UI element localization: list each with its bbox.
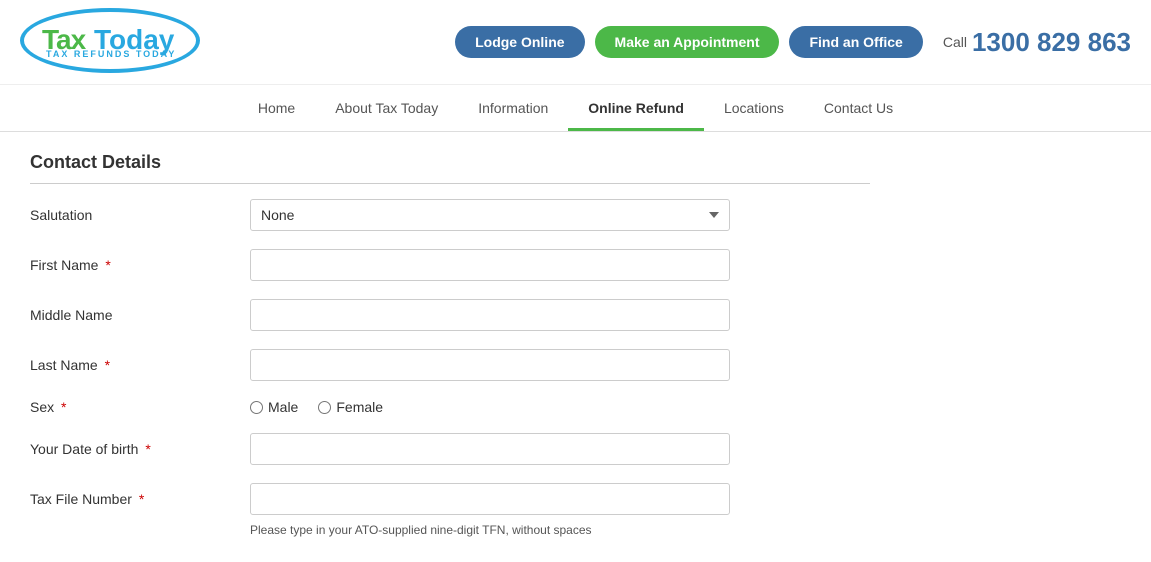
nav-item-contact[interactable]: Contact Us bbox=[804, 85, 913, 131]
first-name-row: First Name * bbox=[30, 249, 870, 281]
find-office-button[interactable]: Find an Office bbox=[789, 26, 922, 58]
last-name-label: Last Name * bbox=[30, 357, 250, 373]
sex-female-label[interactable]: Female bbox=[318, 399, 383, 415]
middle-name-label: Middle Name bbox=[30, 307, 250, 323]
nav-item-about[interactable]: About Tax Today bbox=[315, 85, 458, 131]
lodge-online-button[interactable]: Lodge Online bbox=[455, 26, 584, 58]
sex-male-radio[interactable] bbox=[250, 401, 263, 414]
dob-required: * bbox=[145, 441, 150, 457]
nav-item-locations[interactable]: Locations bbox=[704, 85, 804, 131]
page-content: Contact Details Salutation None Mr Mrs M… bbox=[0, 132, 900, 562]
first-name-label: First Name * bbox=[30, 257, 250, 273]
first-name-required: * bbox=[105, 257, 110, 273]
salutation-row: Salutation None Mr Mrs Miss Ms Dr bbox=[30, 199, 870, 231]
sex-label: Sex * bbox=[30, 399, 250, 415]
sex-radio-group: Male Female bbox=[250, 399, 383, 415]
nav-item-online-refund[interactable]: Online Refund bbox=[568, 85, 704, 131]
call-section: Call 1300 829 863 bbox=[943, 27, 1131, 58]
sex-female-radio[interactable] bbox=[318, 401, 331, 414]
page-title: Contact Details bbox=[30, 152, 870, 184]
tfn-hint: Please type in your ATO-supplied nine-di… bbox=[250, 523, 870, 537]
tfn-row: Tax File Number * bbox=[30, 483, 870, 515]
header-actions: Lodge Online Make an Appointment Find an… bbox=[455, 26, 1131, 58]
last-name-row: Last Name * bbox=[30, 349, 870, 381]
sex-row: Sex * Male Female bbox=[30, 399, 870, 415]
nav-item-information[interactable]: Information bbox=[458, 85, 568, 131]
logo: Tax Today TAX REFUNDS TODAY bbox=[20, 8, 200, 76]
logo-tagline-text: TAX REFUNDS TODAY bbox=[46, 49, 176, 59]
dob-input[interactable] bbox=[250, 433, 730, 465]
logo-ellipse: Tax Today TAX REFUNDS TODAY bbox=[20, 8, 200, 73]
last-name-required: * bbox=[105, 357, 110, 373]
call-number: 1300 829 863 bbox=[972, 27, 1131, 58]
first-name-input[interactable] bbox=[250, 249, 730, 281]
nav-bar: Home About Tax Today Information Online … bbox=[0, 85, 1151, 132]
tfn-required: * bbox=[139, 491, 144, 507]
call-label: Call bbox=[943, 34, 967, 50]
middle-name-input[interactable] bbox=[250, 299, 730, 331]
make-appointment-button[interactable]: Make an Appointment bbox=[595, 26, 780, 58]
sex-male-label[interactable]: Male bbox=[250, 399, 298, 415]
tfn-label: Tax File Number * bbox=[30, 491, 250, 507]
sex-required: * bbox=[61, 399, 66, 415]
nav-item-home[interactable]: Home bbox=[238, 85, 315, 131]
salutation-label: Salutation bbox=[30, 207, 250, 223]
dob-row: Your Date of birth * bbox=[30, 433, 870, 465]
last-name-input[interactable] bbox=[250, 349, 730, 381]
middle-name-row: Middle Name bbox=[30, 299, 870, 331]
tfn-input[interactable] bbox=[250, 483, 730, 515]
salutation-select[interactable]: None Mr Mrs Miss Ms Dr bbox=[250, 199, 730, 231]
dob-label: Your Date of birth * bbox=[30, 441, 250, 457]
header: Tax Today TAX REFUNDS TODAY Lodge Online… bbox=[0, 0, 1151, 85]
